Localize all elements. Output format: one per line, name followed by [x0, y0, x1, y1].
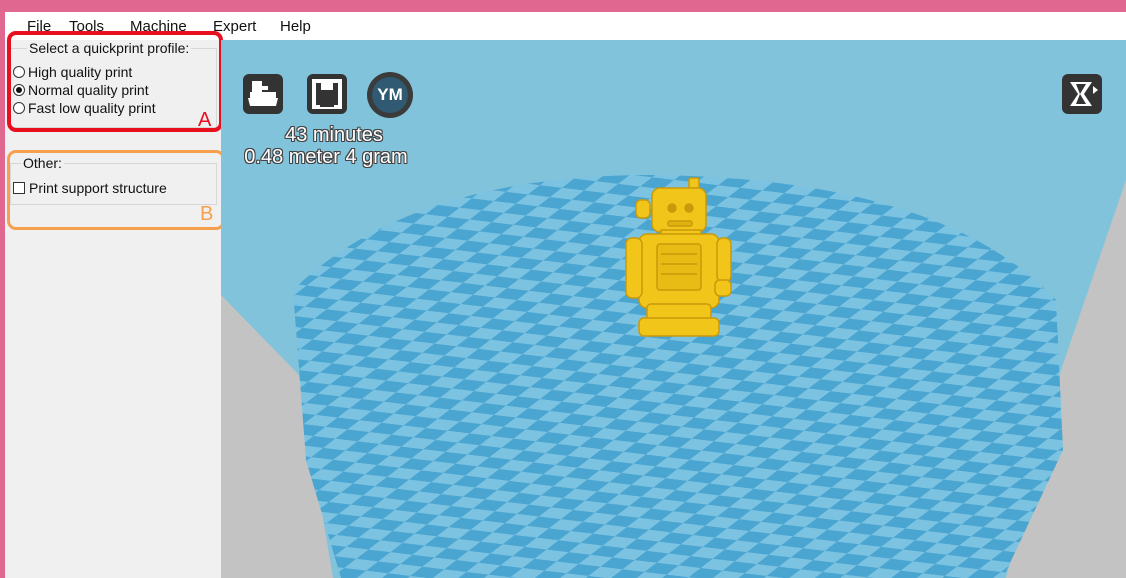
load-model-button[interactable] — [243, 74, 283, 114]
build-plate-scene — [221, 175, 1126, 578]
callout-letter-a: A — [198, 109, 212, 131]
view-mode-button[interactable] — [1062, 74, 1102, 114]
print-material-estimate: 0.48 meter 4 gram — [244, 146, 408, 168]
load-model-icon — [248, 81, 278, 106]
save-icon — [312, 79, 342, 109]
settings-sidebar: Select a quickprint profile: High qualit… — [5, 31, 225, 578]
callout-box-b — [7, 150, 225, 230]
3d-viewport[interactable]: YM 43 minutes 0.48 meter 4 gram — [221, 40, 1126, 578]
print-time-estimate: 43 minutes — [285, 124, 383, 146]
callout-letter-b: B — [200, 203, 214, 225]
ym-button[interactable]: YM — [367, 72, 413, 118]
cura-window: File Tools Machine Expert Help Select a … — [5, 12, 1126, 578]
save-button[interactable] — [307, 74, 347, 114]
callout-box-a — [7, 31, 223, 132]
view-mode-icon — [1070, 82, 1098, 106]
ym-icon: YM — [372, 77, 408, 113]
menu-help[interactable]: Help — [280, 18, 311, 35]
